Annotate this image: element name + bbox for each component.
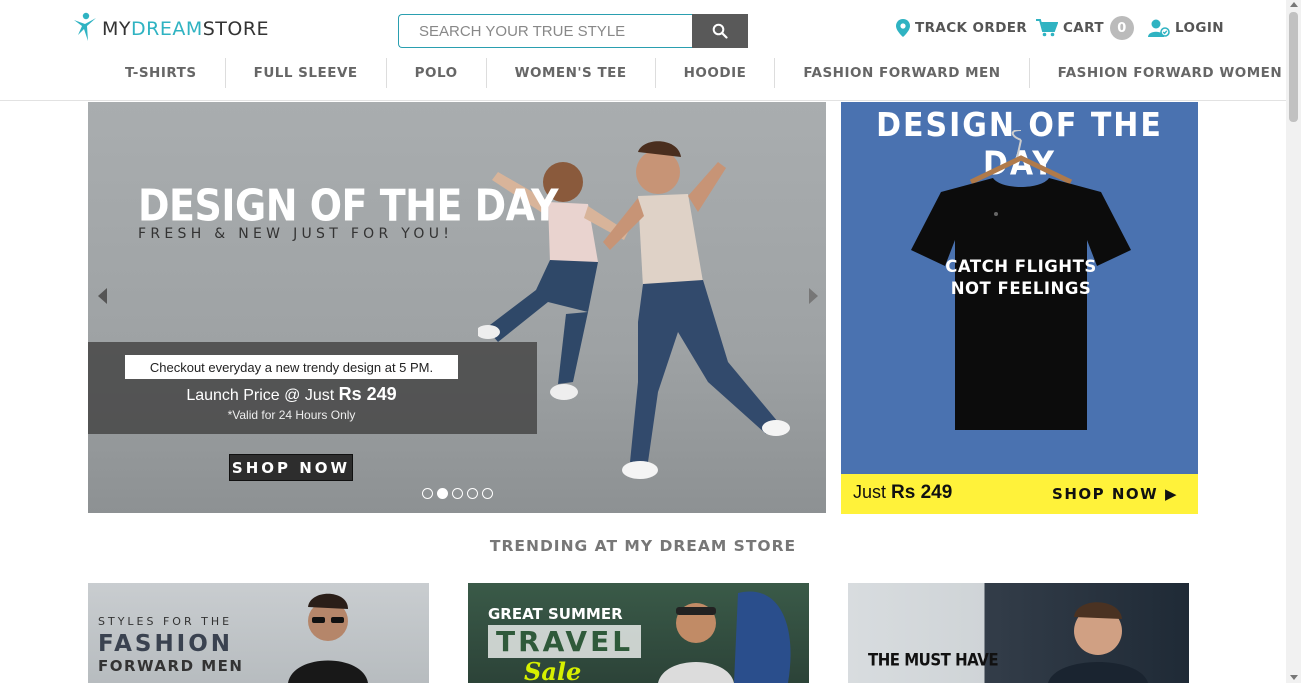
logo-text-dream: DREAM xyxy=(131,18,203,40)
category-nav: T-SHIRTS FULL SLEEVE POLO WOMEN'S TEE HO… xyxy=(97,58,1301,88)
nav-item-fashion-forward-women[interactable]: FASHION FORWARD WOMEN xyxy=(1030,58,1301,88)
user-icon xyxy=(1148,18,1170,38)
promo-price-prefix: Just xyxy=(853,482,892,502)
logo-text-store: STORE xyxy=(202,18,270,40)
hero-title: DESIGN OF THE DAY xyxy=(138,180,558,231)
logo-figure-icon xyxy=(74,12,96,41)
design-of-the-day-promo[interactable]: DESIGN OF THE DAY CATCH FLIGHTS NOT FEEL… xyxy=(841,102,1198,514)
hero-validity: *Valid for 24 Hours Only xyxy=(227,408,356,422)
tile-2-line-2: TRAVEL xyxy=(488,625,642,658)
scroll-up-arrow-icon[interactable] xyxy=(1290,2,1298,7)
promo-price-value: Rs 249 xyxy=(891,482,953,503)
trending-heading: TRENDING AT MY DREAM STORE xyxy=(489,537,797,555)
model-man-sunglasses-image xyxy=(288,593,368,683)
tile-3-line-1: THE MUST HAVE xyxy=(868,650,999,670)
nav-item-t-shirts[interactable]: T-SHIRTS xyxy=(97,58,226,88)
model-man-portrait-image xyxy=(1048,602,1148,683)
location-pin-icon xyxy=(896,19,910,37)
search-bar xyxy=(398,14,748,48)
carousel-dot[interactable] xyxy=(452,488,463,499)
nav-item-polo[interactable]: POLO xyxy=(387,58,487,88)
shirt-print-line-1: CATCH FLIGHTS xyxy=(945,257,1097,276)
logo[interactable]: MYDREAMSTORE xyxy=(72,10,269,44)
nav-item-hoodie[interactable]: HOODIE xyxy=(656,58,776,88)
scroll-down-arrow-icon[interactable] xyxy=(1290,675,1298,680)
tile-2-line-1: GREAT SUMMER xyxy=(488,605,623,623)
promo-shop-now-button[interactable]: SHOP NOW ▶ xyxy=(1052,485,1178,503)
tile-1-line-2: FASHION xyxy=(98,631,234,657)
carousel-next-arrow-icon[interactable] xyxy=(805,286,821,306)
login-label: LOGIN xyxy=(1175,20,1224,36)
search-button[interactable] xyxy=(692,14,748,48)
hero-shop-now-button[interactable]: SHOP NOW xyxy=(229,454,353,481)
cart-count-badge: 0 xyxy=(1109,16,1134,40)
track-order-label: TRACK ORDER xyxy=(915,20,1028,36)
nav-item-fashion-forward-men[interactable]: FASHION FORWARD MEN xyxy=(775,58,1030,88)
hero-price-value: Rs 249 xyxy=(338,384,397,404)
search-icon xyxy=(712,23,728,39)
search-input[interactable] xyxy=(398,14,692,48)
hero-carousel[interactable]: DESIGN OF THE DAY FRESH & NEW JUST FOR Y… xyxy=(88,102,826,513)
tile-1-line-3: FORWARD MEN xyxy=(98,657,244,675)
traveler-backpack-image xyxy=(658,591,791,683)
carousel-dot[interactable] xyxy=(422,488,433,499)
promo-price-bar: Just Rs 249 SHOP NOW ▶ xyxy=(841,474,1198,514)
track-order-link[interactable]: TRACK ORDER xyxy=(896,16,1027,40)
scrollbar-thumb[interactable] xyxy=(1289,12,1298,122)
logo-text-my: MY xyxy=(102,18,131,40)
trending-tile-must-have[interactable]: THE MUST HAVE xyxy=(848,583,1189,683)
shirt-print-line-2: NOT FEELINGS xyxy=(950,279,1092,298)
nav-item-womens-tee[interactable]: WOMEN'S TEE xyxy=(487,58,656,88)
tile-2-line-3: Sale xyxy=(524,657,582,683)
trending-tile-summer-travel[interactable]: GREAT SUMMER TRAVEL Sale xyxy=(468,583,809,683)
hero-offer-band: Checkout everyday a new trendy design at… xyxy=(88,342,537,434)
hero-checkout-text: Checkout everyday a new trendy design at… xyxy=(125,355,458,379)
carousel-dot[interactable] xyxy=(482,488,493,499)
cart-icon xyxy=(1036,19,1058,37)
trending-tile-fashion-forward-men[interactable]: STYLES FOR THE FASHION FORWARD MEN xyxy=(88,583,429,683)
carousel-dot[interactable] xyxy=(437,488,448,499)
carousel-dot[interactable] xyxy=(467,488,478,499)
page-scrollbar[interactable] xyxy=(1286,0,1301,683)
login-link[interactable]: LOGIN xyxy=(1148,16,1224,40)
page: MYDREAMSTORE TRACK ORDER CART 0 xyxy=(0,0,1301,683)
hero-price: Launch Price @ Just Rs 249 xyxy=(88,384,495,405)
play-arrow-icon: ▶ xyxy=(1164,485,1178,503)
promo-price: Just Rs 249 xyxy=(853,482,952,504)
hero-price-prefix: Launch Price @ Just xyxy=(186,387,339,404)
promo-shop-now-label: SHOP NOW xyxy=(1052,485,1159,503)
site-header: MYDREAMSTORE TRACK ORDER CART 0 xyxy=(0,0,1286,101)
shirt-print-text: CATCH FLIGHTS NOT FEELINGS xyxy=(941,256,1101,300)
carousel-dots xyxy=(422,488,493,499)
tile-1-line-1: STYLES FOR THE xyxy=(98,615,233,628)
logo-text: MYDREAMSTORE xyxy=(102,18,269,40)
cart-label: CART xyxy=(1063,20,1104,36)
hero-subtitle: FRESH & NEW JUST FOR YOU! xyxy=(138,226,454,242)
nav-item-full-sleeve[interactable]: FULL SLEEVE xyxy=(226,58,387,88)
carousel-prev-arrow-icon[interactable] xyxy=(95,286,111,306)
cart-link[interactable]: CART 0 xyxy=(1036,16,1134,40)
